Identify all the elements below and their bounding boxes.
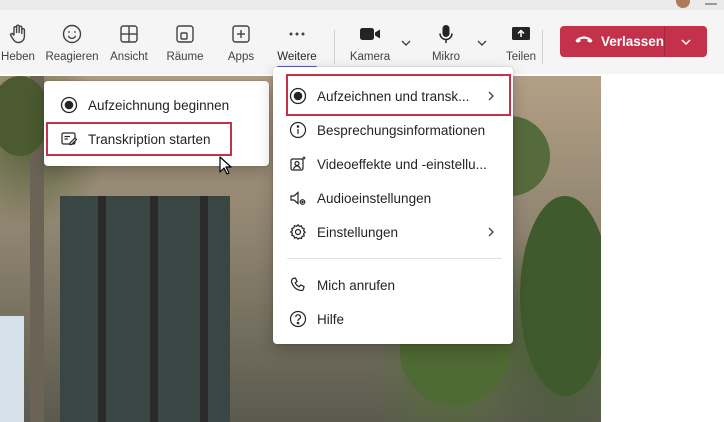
meeting-toolbar: Heben Reagieren Ansicht Räume Apps Weite…	[0, 10, 724, 74]
apps-label: Apps	[227, 51, 255, 63]
video-plant	[520, 196, 610, 396]
rooms-label: Räume	[166, 51, 204, 63]
share-button[interactable]: Teilen	[496, 10, 546, 74]
record-icon	[60, 96, 78, 114]
help-label: Hilfe	[317, 311, 345, 327]
call-me-item[interactable]: Mich anrufen	[273, 268, 513, 302]
view-label: Ansicht	[110, 51, 148, 63]
video-mullion	[200, 196, 208, 422]
settings-label: Einstellungen	[317, 224, 399, 240]
microphone-options-chevron-icon[interactable]	[475, 36, 489, 50]
start-recording-item[interactable]: Aufzeichnung beginnen	[44, 88, 269, 122]
title-bar-strip	[0, 0, 724, 10]
video-effects-label: Videoeffekte und -einstellu...	[317, 156, 487, 172]
phone-icon	[289, 276, 307, 294]
camera-button[interactable]: Kamera	[345, 10, 395, 74]
react-button[interactable]: Reagieren	[44, 10, 100, 74]
share-label: Teilen	[505, 51, 537, 63]
menu-divider	[287, 258, 502, 259]
microphone-button[interactable]: Mikro	[421, 10, 471, 74]
more-button[interactable]: Weitere	[272, 10, 322, 74]
gear-icon	[289, 223, 307, 241]
share-screen-icon	[509, 22, 533, 46]
record-submenu: Aufzeichnung beginnen Transkription star…	[44, 81, 269, 166]
microphone-label: Mikro	[431, 51, 461, 63]
mouse-cursor-icon	[219, 156, 232, 175]
raise-hand-label: Heben	[1, 51, 35, 63]
breakout-rooms-icon	[173, 22, 197, 46]
help-item[interactable]: Hilfe	[273, 302, 513, 336]
leave-label: Verlassen	[601, 34, 665, 49]
side-panel-gap	[601, 76, 724, 422]
leave-options-chevron-icon[interactable]	[665, 26, 707, 57]
camera-options-chevron-icon[interactable]	[399, 36, 413, 50]
leave-main[interactable]: Verlassen	[560, 26, 664, 57]
call-me-label: Mich anrufen	[317, 277, 396, 293]
more-options-menu: Aufzeichnen und transk... Besprechungsin…	[273, 67, 513, 344]
audio-settings-item[interactable]: Audioeinstellungen	[273, 181, 513, 215]
apps-button[interactable]: Apps	[216, 10, 266, 74]
leave-button[interactable]: Verlassen	[560, 26, 707, 57]
audio-settings-label: Audioeinstellungen	[317, 190, 432, 206]
smiley-icon	[60, 22, 84, 46]
window-control[interactable]	[705, 3, 717, 5]
camera-label: Kamera	[349, 51, 391, 63]
start-recording-label: Aufzeichnung beginnen	[88, 97, 230, 113]
video-effects-icon	[289, 155, 307, 173]
raise-hand-button[interactable]: Heben	[0, 10, 42, 74]
microphone-icon	[434, 22, 458, 46]
toolbar-divider	[334, 30, 335, 64]
highlight-box	[286, 74, 511, 116]
more-dots-icon	[285, 22, 309, 46]
chevron-right-icon	[485, 225, 497, 242]
react-label: Reagieren	[45, 51, 99, 63]
rooms-button[interactable]: Räume	[160, 10, 210, 74]
info-icon	[289, 121, 307, 139]
help-icon	[289, 310, 307, 328]
highlight-box	[46, 122, 232, 156]
raise-hand-icon	[6, 22, 30, 46]
hang-up-phone-icon	[574, 32, 594, 51]
settings-item[interactable]: Einstellungen	[273, 215, 513, 249]
speaker-settings-icon	[289, 189, 307, 207]
meeting-info-label: Besprechungsinformationen	[317, 122, 486, 138]
avatar[interactable]	[676, 0, 690, 8]
video-light	[0, 316, 24, 422]
video-effects-item[interactable]: Videoeffekte und -einstellu...	[273, 147, 513, 181]
meeting-info-item[interactable]: Besprechungsinformationen	[273, 113, 513, 147]
view-button[interactable]: Ansicht	[104, 10, 154, 74]
grid-view-icon	[117, 22, 141, 46]
video-mullion	[98, 196, 106, 422]
add-app-icon	[229, 22, 253, 46]
video-mullion	[150, 196, 158, 422]
camera-icon	[358, 22, 382, 46]
more-label: Weitere	[277, 51, 317, 63]
